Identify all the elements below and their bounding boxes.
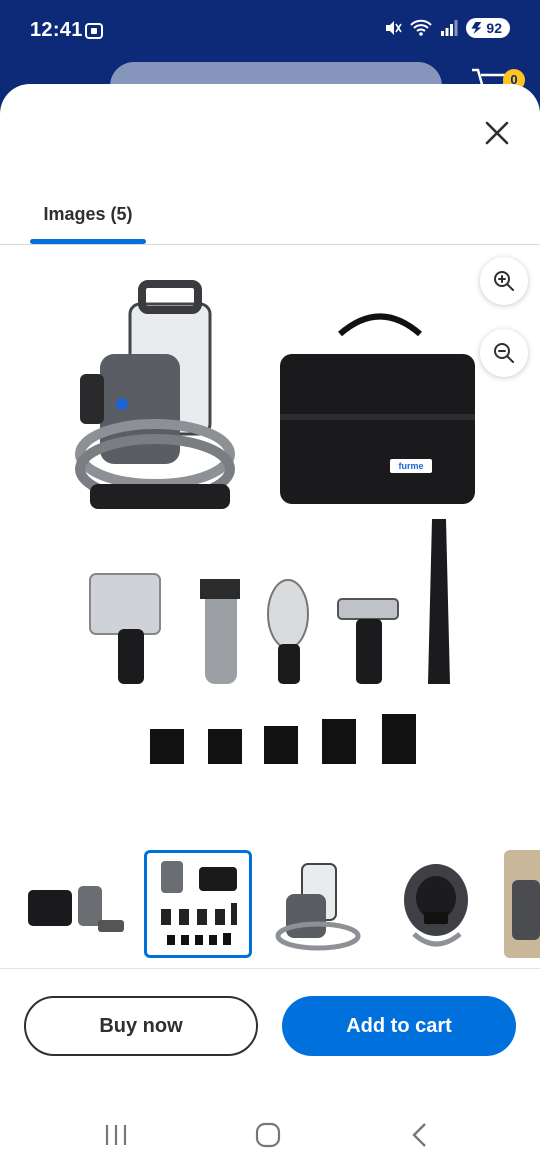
image-viewer-sheet: Images (5) furme Buy now Add to cart: [0, 84, 540, 1170]
product-main-image[interactable]: furme: [60, 274, 500, 834]
close-button[interactable]: [478, 114, 516, 152]
bag-brand-logo: furme: [398, 461, 423, 471]
vacuum-unit-illustration: [75, 280, 235, 509]
system-navigation-bar: [0, 1094, 540, 1170]
tab-images-label: Images (5): [43, 204, 133, 224]
back-icon: [412, 1123, 426, 1147]
thumbnail-1[interactable]: [20, 850, 128, 958]
home-button[interactable]: [248, 1120, 288, 1150]
recent-apps-icon: [105, 1125, 127, 1145]
screen-record-icon: [85, 23, 103, 39]
buy-now-button[interactable]: Buy now: [24, 996, 258, 1056]
back-button[interactable]: [400, 1120, 440, 1150]
signal-icon: [441, 20, 458, 36]
tab-images[interactable]: Images (5): [30, 200, 146, 244]
battery-indicator: 92: [466, 18, 510, 38]
status-bar: 12:41 92: [0, 0, 540, 62]
mute-icon: [386, 21, 403, 35]
thumbnail-divider: [0, 968, 540, 969]
thumbnail-2[interactable]: [144, 850, 252, 958]
thumbnail-3[interactable]: [264, 850, 372, 958]
close-icon: [485, 121, 509, 145]
status-time: 12:41: [30, 19, 83, 41]
thumbnail-strip[interactable]: [20, 850, 540, 960]
guide-combs-illustration: [150, 714, 416, 764]
attachments-illustration: [89, 519, 450, 684]
tab-divider: [0, 244, 540, 245]
thumbnail-4[interactable]: [384, 850, 492, 958]
storage-bag-illustration: furme: [280, 313, 475, 504]
add-to-cart-button[interactable]: Add to cart: [282, 996, 516, 1056]
thumbnail-5[interactable]: [504, 850, 540, 958]
status-icons: 92: [384, 18, 510, 38]
home-icon: [255, 1122, 281, 1148]
wifi-icon: [410, 19, 433, 36]
recent-apps-button[interactable]: [96, 1120, 136, 1150]
